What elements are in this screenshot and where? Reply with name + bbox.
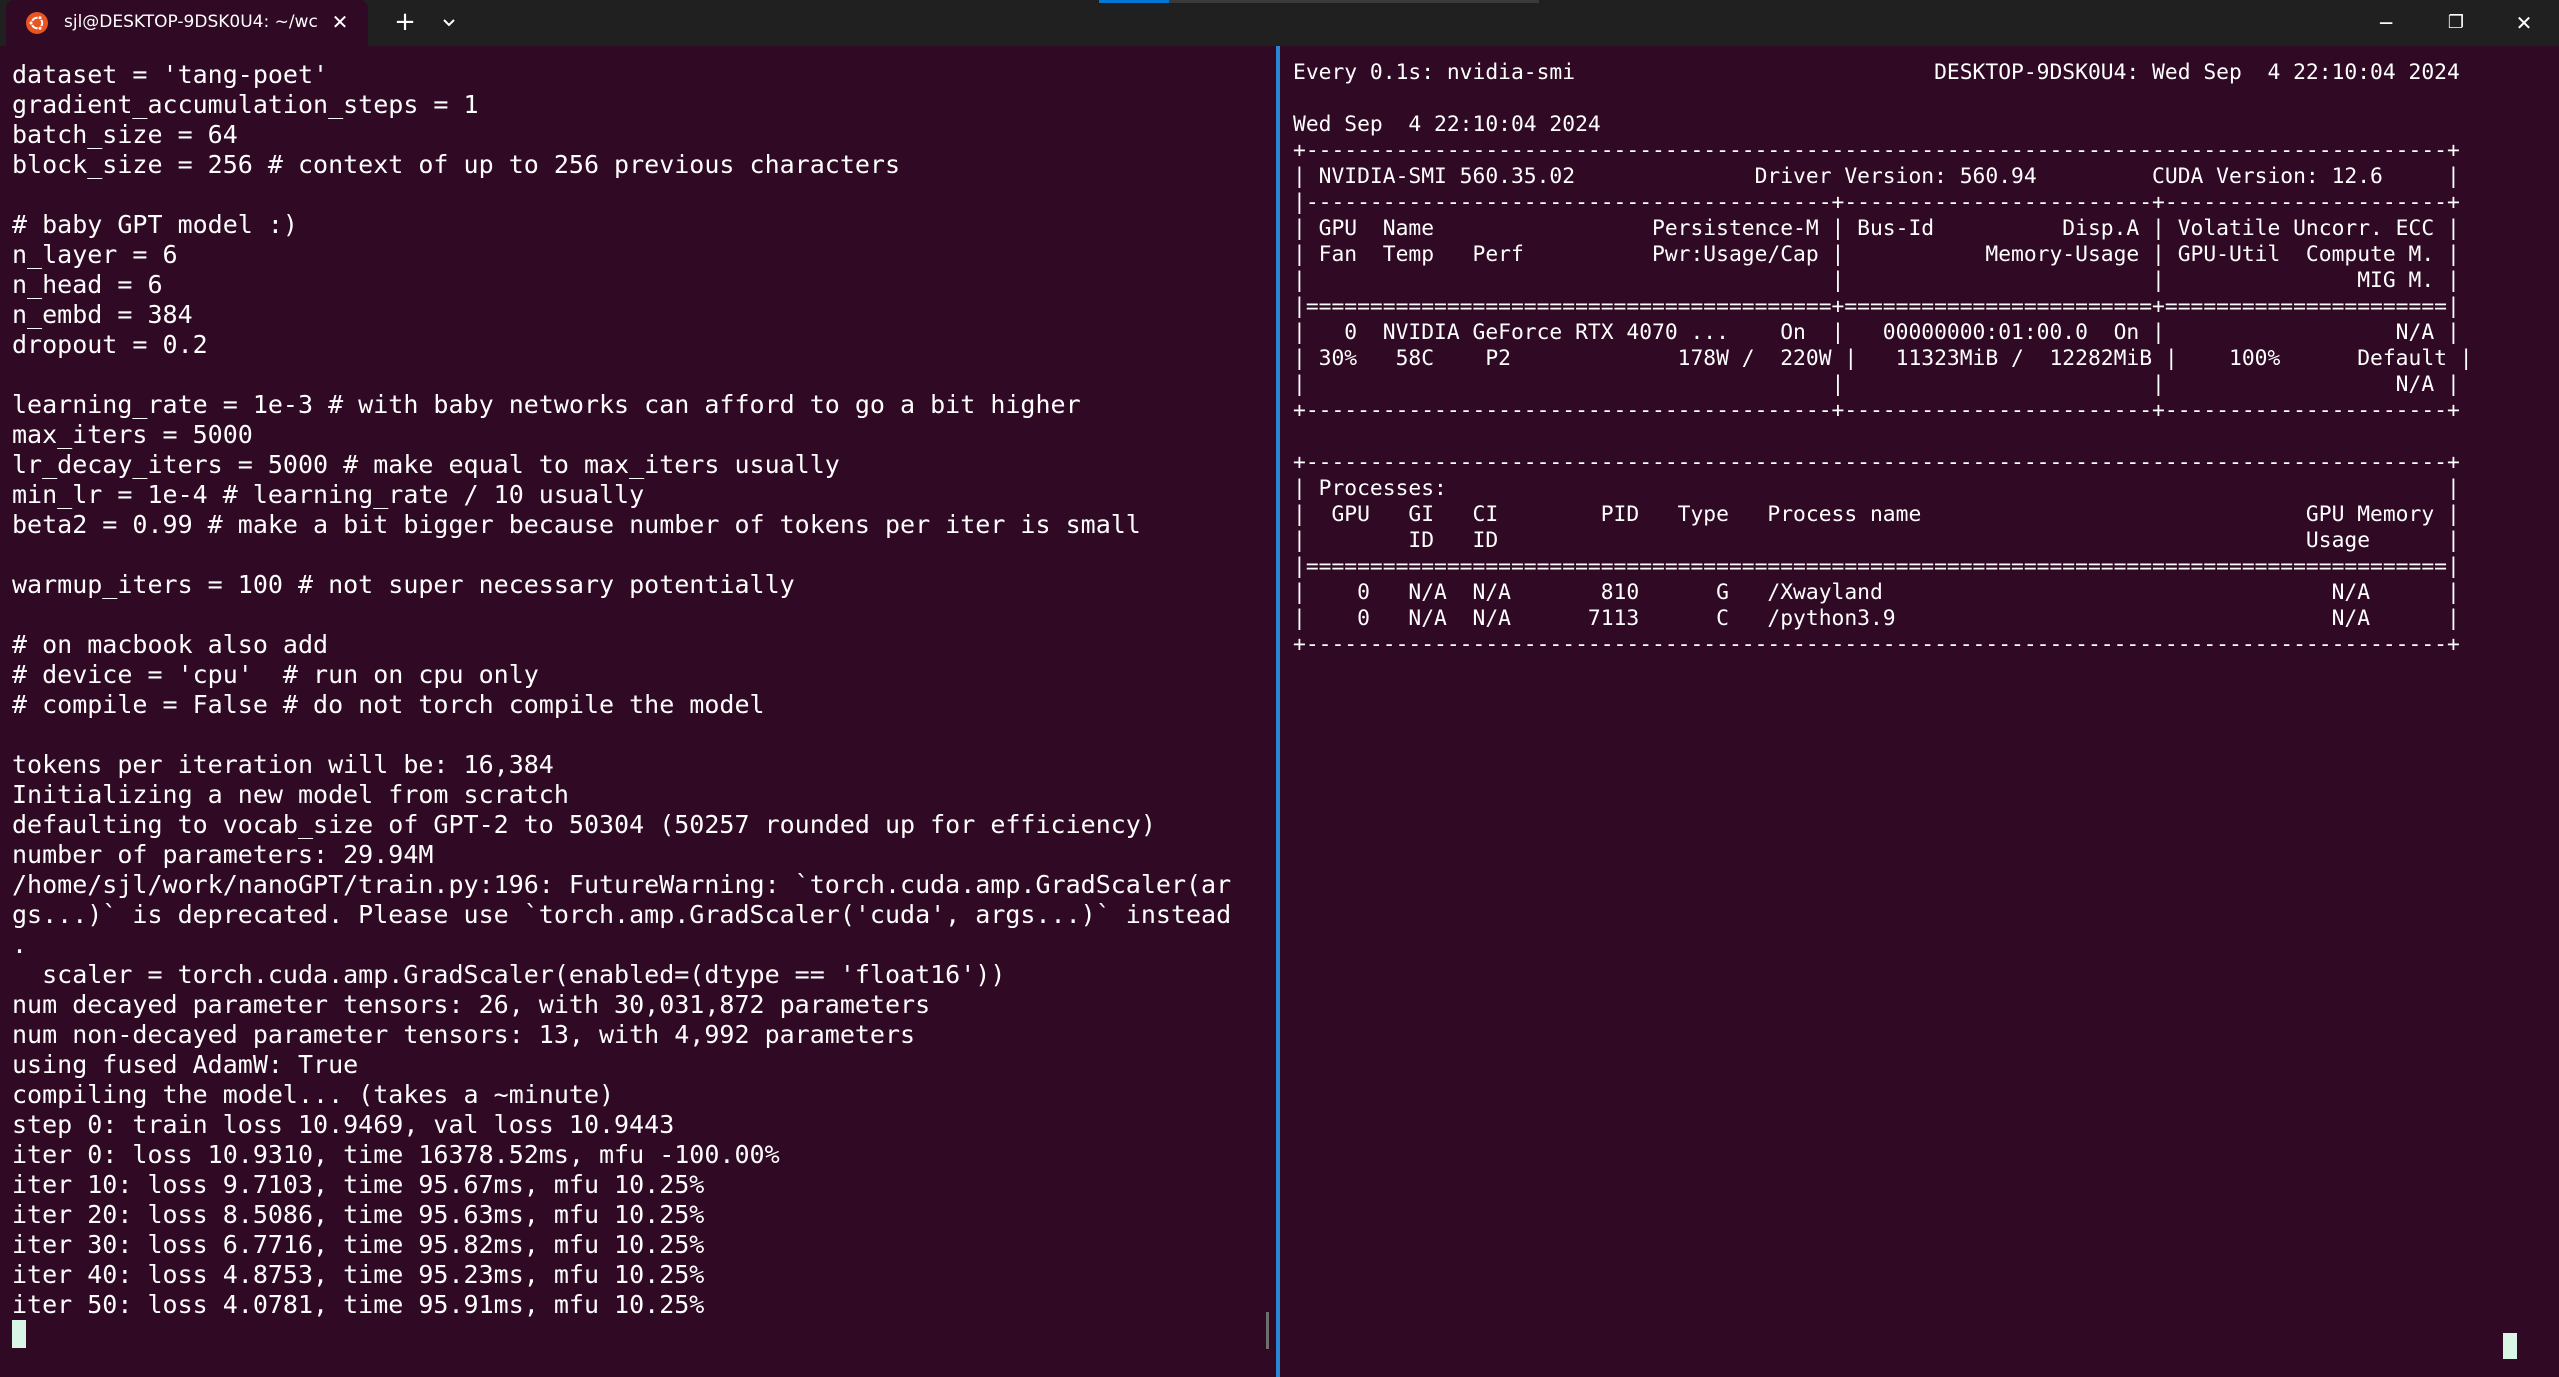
terminal-line: | ID ID Usage | — [1293, 528, 2460, 553]
terminal-line: block_size = 256 # context of up to 256 … — [12, 150, 901, 179]
pane-divider[interactable] — [1276, 46, 1280, 1377]
left-terminal-pane[interactable]: dataset = 'tang-poet' gradient_accumulati… — [0, 46, 1276, 1377]
terminal-line: +---------------------------------------… — [1293, 632, 2460, 657]
terminal-line: number of parameters: 29.94M — [12, 840, 434, 869]
terminal-line: +---------------------------------------… — [1293, 398, 2460, 423]
terminal-line: |---------------------------------------… — [1293, 190, 2460, 215]
terminal-line: defaulting to vocab_size of GPT-2 to 503… — [12, 810, 1156, 839]
terminal-line: batch_size = 64 — [12, 120, 238, 149]
tab-close-icon[interactable]: ✕ — [328, 10, 352, 34]
terminal-cursor — [12, 1320, 26, 1348]
terminal-line: | 0 NVIDIA GeForce RTX 4070 ... On | 000… — [1293, 320, 2460, 345]
terminal-line: # baby GPT model :) — [12, 210, 298, 239]
terminal-line: | 0 N/A N/A 7113 C /python3.9 N/A | — [1293, 606, 2460, 631]
terminal-line: | GPU Name Persistence-M | Bus-Id Disp.A… — [1293, 216, 2460, 241]
terminal-line: | GPU GI CI PID Type Process name GPU Me… — [1293, 502, 2460, 527]
terminal-line: min_lr = 1e-4 # learning_rate / 10 usual… — [12, 480, 645, 509]
terminal-tab[interactable]: sjl@DESKTOP-9DSK0U4: ~/wc ✕ — [6, 0, 368, 46]
left-scrollbar[interactable] — [1266, 1312, 1269, 1349]
terminal-line: |=======================================… — [1293, 294, 2460, 319]
terminal-line: | | | N/A | — [1293, 372, 2460, 397]
terminal-line: using fused AdamW: True — [12, 1050, 359, 1079]
minimize-button[interactable]: ─ — [2366, 8, 2406, 38]
terminal-line: # device = 'cpu' # run on cpu only — [12, 660, 539, 689]
terminal-line: | Fan Temp Perf Pwr:Usage/Cap | Memory-U… — [1293, 242, 2460, 267]
title-bar: sjl@DESKTOP-9DSK0U4: ~/wc ✕ + ─ ❐ ✕ — [0, 0, 2559, 46]
terminal-line: dropout = 0.2 — [12, 330, 208, 359]
terminal-line: n_layer = 6 — [12, 240, 178, 269]
terminal-line: compiling the model... (takes a ~minute) — [12, 1080, 615, 1109]
terminal-line: | NVIDIA-SMI 560.35.02 Driver Version: 5… — [1293, 164, 2460, 189]
terminal-line: n_head = 6 — [12, 270, 163, 299]
terminal-line: iter 30: loss 6.7716, time 95.82ms, mfu … — [12, 1230, 705, 1259]
terminal-line: dataset = 'tang-poet' — [12, 60, 329, 89]
terminal-line: num decayed parameter tensors: 26, with … — [12, 990, 931, 1019]
chevron-down-icon[interactable] — [436, 12, 462, 34]
terminal-line: Every 0.1s: nvidia-smi DESKTOP-9DSK0U4: … — [1293, 60, 2460, 85]
close-button[interactable]: ✕ — [2504, 8, 2544, 38]
terminal-cursor-right — [2503, 1333, 2517, 1359]
prompt-line — [12, 1320, 1231, 1350]
terminal-line: | 30% 58C P2 178W / 220W | 11323MiB / 12… — [1293, 346, 2473, 371]
terminal-line: | 0 N/A N/A 810 G /Xwayland N/A | — [1293, 580, 2460, 605]
terminal-line: max_iters = 5000 — [12, 420, 253, 449]
terminal-line: | Processes: | — [1293, 476, 2460, 501]
new-tab-button[interactable]: + — [390, 9, 420, 36]
terminal-line: n_embd = 384 — [12, 300, 193, 329]
training-output: dataset = 'tang-poet' gradient_accumulati… — [12, 60, 1231, 1350]
terminal-line: +---------------------------------------… — [1293, 450, 2460, 475]
terminal-line: | | | MIG M. | — [1293, 268, 2460, 293]
terminal-line: iter 50: loss 4.0781, time 95.91ms, mfu … — [12, 1290, 705, 1319]
terminal-line: learning_rate = 1e-3 # with baby network… — [12, 390, 1081, 419]
terminal-line: beta2 = 0.99 # make a bit bigger because… — [12, 510, 1141, 539]
terminal-line: # compile = False # do not torch compile… — [12, 690, 765, 719]
terminal-line: num non-decayed parameter tensors: 13, w… — [12, 1020, 916, 1049]
terminal-line: /home/sjl/work/nanoGPT/train.py:196: Fut… — [12, 870, 1232, 899]
terminal-line: iter 40: loss 4.8753, time 95.23ms, mfu … — [12, 1260, 705, 1289]
ubuntu-icon — [26, 12, 48, 34]
terminal-line: Initializing a new model from scratch — [12, 780, 569, 809]
terminal-line: +---------------------------------------… — [1293, 138, 2460, 163]
terminal-line: Wed Sep 4 22:10:04 2024 — [1293, 112, 1601, 137]
terminal-line: iter 10: loss 9.7103, time 95.67ms, mfu … — [12, 1170, 705, 1199]
restore-button[interactable]: ❐ — [2436, 8, 2476, 38]
terminal-line: lr_decay_iters = 5000 # make equal to ma… — [12, 450, 840, 479]
tab-title: sjl@DESKTOP-9DSK0U4: ~/wc — [64, 12, 318, 32]
terminal-line: . — [12, 930, 28, 959]
terminal-line: scaler = torch.cuda.amp.GradScaler(enabl… — [12, 960, 1006, 989]
nvidia-smi-output: Every 0.1s: nvidia-smi DESKTOP-9DSK0U4: … — [1293, 60, 2473, 658]
terminal-line: iter 20: loss 8.5086, time 95.63ms, mfu … — [12, 1200, 705, 1229]
terminal-line: step 0: train loss 10.9469, val loss 10.… — [12, 1110, 675, 1139]
terminal-line: gs...)` is deprecated. Please use `torch… — [12, 900, 1232, 929]
right-terminal-pane[interactable]: Every 0.1s: nvidia-smi DESKTOP-9DSK0U4: … — [1281, 46, 2559, 1377]
focus-indicator — [1099, 0, 1539, 3]
terminal-line: tokens per iteration will be: 16,384 — [12, 750, 554, 779]
terminal-line: # on macbook also add — [12, 630, 329, 659]
terminal-line: warmup_iters = 100 # not super necessary… — [12, 570, 795, 599]
terminal-line: gradient_accumulation_steps = 1 — [12, 90, 479, 119]
terminal-line: iter 0: loss 10.9310, time 16378.52ms, m… — [12, 1140, 780, 1169]
terminal-line: |=======================================… — [1293, 554, 2460, 579]
